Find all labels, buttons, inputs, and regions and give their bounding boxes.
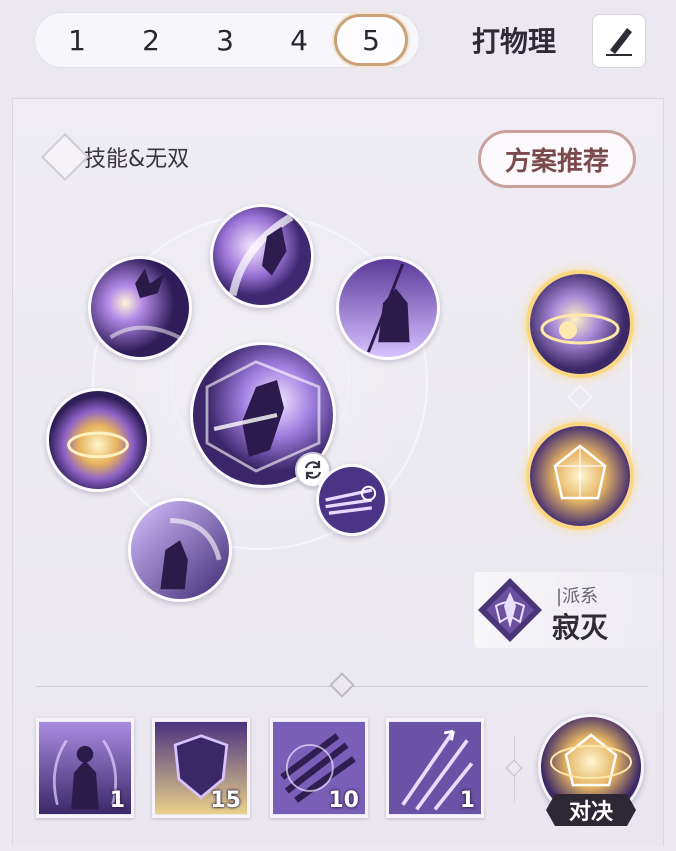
item-shield[interactable]: 15 — [152, 718, 250, 818]
faction-emblem-icon — [476, 576, 544, 644]
skill-golden-pillar-icon[interactable] — [46, 388, 150, 492]
section-title: 技能&无双 — [84, 147, 190, 172]
faction-type-label: |派系 — [556, 586, 599, 607]
edit-button[interactable] — [592, 14, 646, 68]
duel-label: 对决 — [546, 794, 636, 826]
panel-top-divider — [12, 98, 664, 99]
item-arrows[interactable]: 1 — [386, 718, 484, 818]
tab-2[interactable]: 2 — [114, 14, 188, 66]
faction-name: 寂灭 — [552, 611, 609, 644]
diamond-icon — [40, 132, 90, 182]
item-count: 1 — [109, 788, 125, 813]
build-tabs: 1 2 3 4 5 — [34, 12, 420, 68]
skill-swirl-warrior-icon[interactable] — [128, 498, 232, 602]
tab-3[interactable]: 3 — [188, 14, 262, 66]
item-count: 1 — [459, 788, 475, 813]
skill-bat-icon[interactable] — [88, 256, 192, 360]
item-daggers[interactable]: 10 — [270, 718, 368, 818]
section-header: 技能&无双 — [40, 132, 190, 182]
item-count: 10 — [328, 788, 359, 813]
skill-spearman-icon[interactable] — [336, 256, 440, 360]
orb-crystal-icon[interactable] — [530, 426, 630, 526]
skill-slash-icon[interactable] — [210, 204, 314, 308]
tab-4[interactable]: 4 — [262, 14, 336, 66]
tab-1[interactable]: 1 — [40, 14, 114, 66]
orb-orbit-icon[interactable] — [530, 274, 630, 374]
pen-icon — [606, 28, 632, 56]
tab-5[interactable]: 5 — [334, 14, 408, 66]
skill-streak-icon[interactable] — [316, 464, 388, 536]
item-flame-aura[interactable]: 1 — [36, 718, 134, 818]
page: 1 2 3 4 5 打物理 技能&无双 方案推荐 |派系 寂灭 1 15 10 … — [0, 0, 676, 851]
build-name: 打物理 — [472, 25, 557, 58]
item-count: 15 — [210, 788, 241, 813]
recommend-button[interactable]: 方案推荐 — [478, 130, 636, 188]
